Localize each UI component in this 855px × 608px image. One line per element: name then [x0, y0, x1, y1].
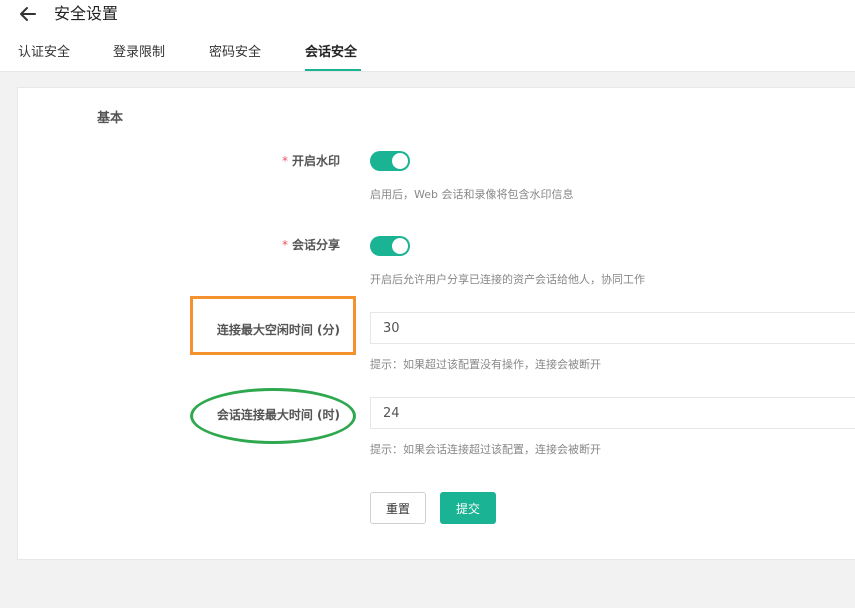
required-mark: *	[281, 238, 288, 252]
watermark-toggle[interactable]	[370, 151, 410, 171]
tab-bar: 认证安全 登录限制 密码安全 会话安全	[0, 40, 855, 72]
tab-password-security[interactable]: 密码安全	[209, 44, 261, 62]
max-duration-label: 会话连接最大时间 (时)	[216, 408, 340, 422]
active-tab-indicator	[305, 69, 361, 71]
session-share-label-text: 会话分享	[291, 238, 340, 252]
watermark-label-text: 开启水印	[291, 154, 340, 168]
reset-button[interactable]: 重置	[370, 492, 426, 524]
idle-timeout-label: 连接最大空闲时间 (分)	[216, 323, 340, 337]
session-share-help: 开启后允许用户分享已连接的资产会话给他人，协同工作	[370, 273, 645, 286]
required-mark: *	[281, 154, 288, 168]
max-duration-help: 提示：如果会话连接超过该配置，连接会被断开	[370, 443, 601, 456]
toggle-knob	[392, 153, 408, 169]
tab-auth-security[interactable]: 认证安全	[18, 44, 70, 62]
tab-session-security[interactable]: 会话安全	[305, 44, 357, 62]
watermark-help: 启用后，Web 会话和录像将包含水印信息	[370, 188, 574, 201]
max-duration-input[interactable]	[370, 397, 855, 429]
toggle-knob	[392, 238, 408, 254]
watermark-label: * 开启水印	[282, 152, 340, 169]
idle-timeout-help: 提示：如果超过该配置没有操作，连接会被断开	[370, 358, 601, 371]
page-title: 安全设置	[54, 4, 119, 23]
section-title: 基本	[97, 111, 124, 126]
idle-timeout-input[interactable]	[370, 312, 855, 344]
arrow-left-icon[interactable]	[18, 4, 38, 24]
tab-login-restriction[interactable]: 登录限制	[113, 44, 165, 62]
top-bar: 安全设置 认证安全 登录限制 密码安全 会话安全	[0, 0, 855, 72]
submit-button[interactable]: 提交	[440, 492, 496, 524]
session-share-label: * 会话分享	[282, 236, 340, 253]
session-share-toggle[interactable]	[370, 236, 410, 256]
